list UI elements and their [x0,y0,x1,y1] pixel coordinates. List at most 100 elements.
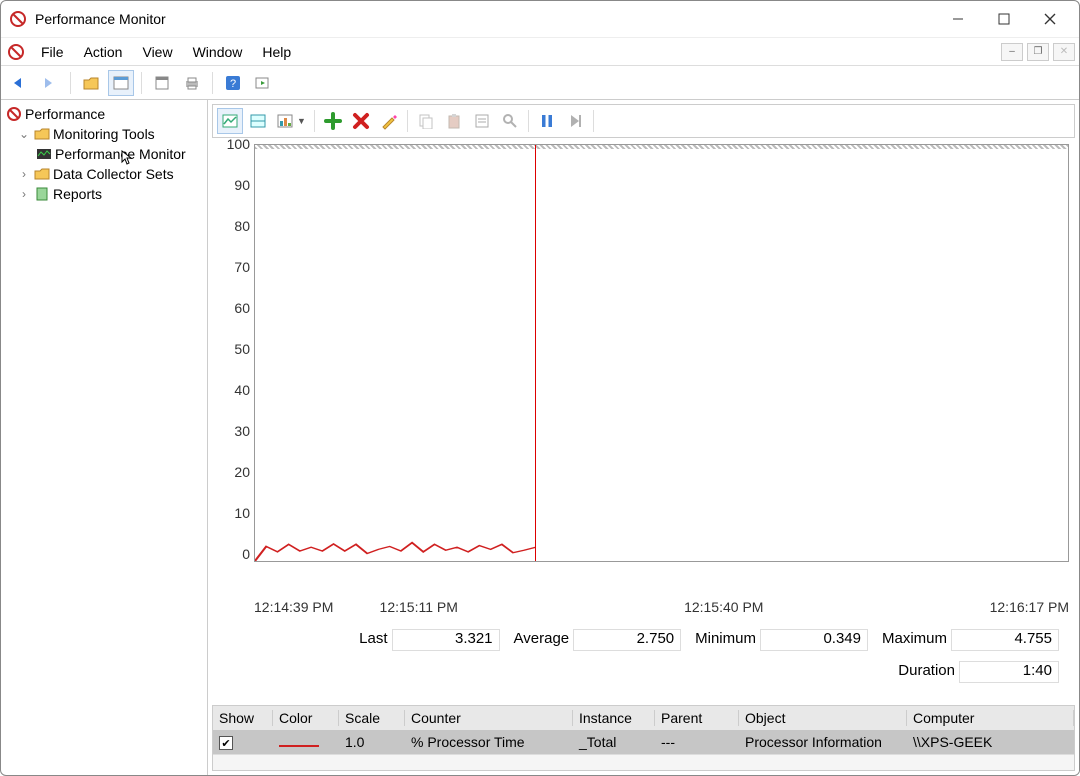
close-button[interactable] [1027,4,1073,34]
freeze-button[interactable] [534,108,560,134]
collapse-icon[interactable]: ⌄ [17,127,31,141]
col-parent[interactable]: Parent [655,710,739,726]
stat-maximum: 4.755 [951,629,1059,651]
col-show[interactable]: Show [213,710,273,726]
change-graph-type-button[interactable]: ▼ [273,108,309,134]
add-counter-button[interactable] [320,108,346,134]
export-button[interactable] [149,70,175,96]
mmc-close-button[interactable]: ✕ [1053,43,1075,61]
chart-area: 1009080706050403020100 12:14:39 PM 12:15… [218,144,1069,697]
reports-icon [34,186,50,202]
svg-text:?: ? [230,78,236,90]
stat-label-maximum: Maximum [882,630,951,647]
x-axis: 12:14:39 PM 12:15:11 PM 12:15:40 PM 12:1… [254,595,1069,615]
zoom-button[interactable] [497,108,523,134]
time-cursor-line [535,145,536,561]
line-series [255,145,1068,561]
back-button[interactable] [7,70,33,96]
x-tick: 12:15:11 PM [380,599,458,615]
grid-scrollbar[interactable] [213,754,1074,770]
col-instance[interactable]: Instance [573,710,655,726]
navigation-tree[interactable]: Performance ⌄ Monitoring Tools Performan… [1,100,208,775]
x-tick: 12:14:39 PM [254,599,333,615]
tree-label: Performance Monitor [55,146,186,162]
cell-color [273,734,339,750]
col-scale[interactable]: Scale [339,710,405,726]
menu-file[interactable]: File [31,40,74,64]
view-log-button[interactable] [217,108,243,134]
col-color[interactable]: Color [273,710,339,726]
expand-icon[interactable]: › [17,167,31,181]
stat-duration: 1:40 [959,661,1059,683]
properties-graph-button[interactable] [469,108,495,134]
cell-object: Processor Information [739,734,907,750]
menubar: File Action View Window Help – ❐ ✕ [1,37,1079,65]
properties-button[interactable] [108,70,134,96]
show-hide-tree-button[interactable] [78,70,104,96]
col-object[interactable]: Object [739,710,907,726]
app-icon-small [7,43,25,61]
y-tick: 0 [218,546,254,587]
checkbox-icon[interactable]: ✔ [219,736,233,750]
folder-icon [34,166,50,182]
tree-label: Performance [25,106,105,122]
run-button[interactable] [250,70,276,96]
view-current-button[interactable] [245,108,271,134]
counters-grid[interactable]: Show Color Scale Counter Instance Parent… [212,705,1075,771]
perf-icon [6,106,22,122]
menu-help[interactable]: Help [252,40,301,64]
print-button[interactable] [179,70,205,96]
cell-computer: \\XPS-GEEK [907,734,1074,750]
console-toolbar: ? [1,65,1079,99]
forward-button[interactable] [37,70,63,96]
tree-root-performance[interactable]: Performance [3,104,205,124]
mmc-minimize-button[interactable]: – [1001,43,1023,61]
window-title: Performance Monitor [35,11,166,27]
cell-show[interactable]: ✔ [213,734,273,751]
update-button[interactable] [562,108,588,134]
stat-last: 3.321 [392,629,500,651]
tree-performance-monitor[interactable]: Performance Monitor [3,144,205,164]
tree-label: Data Collector Sets [53,166,174,182]
maximize-button[interactable] [981,4,1027,34]
stat-minimum: 0.349 [760,629,868,651]
tree-monitoring-tools[interactable]: ⌄ Monitoring Tools [3,124,205,144]
y-tick: 40 [218,382,254,423]
stat-label-minimum: Minimum [695,630,760,647]
dropdown-caret-icon: ▼ [297,116,306,126]
grid-row[interactable]: ✔ 1.0 % Processor Time _Total --- Proces… [213,730,1074,754]
help-button[interactable]: ? [220,70,246,96]
y-tick: 60 [218,300,254,341]
stats-bar: Last3.321 Average2.750 Minimum0.349 Maxi… [218,629,1059,683]
x-tick: 12:15:40 PM [684,599,763,615]
titlebar: Performance Monitor [1,1,1079,37]
expand-icon[interactable]: › [17,187,31,201]
tree-label: Reports [53,186,102,202]
menu-action[interactable]: Action [74,40,133,64]
y-tick: 90 [218,177,254,218]
grid-header[interactable]: Show Color Scale Counter Instance Parent… [213,706,1074,730]
paste-button[interactable] [441,108,467,134]
x-tick: 12:16:17 PM [990,599,1069,615]
mmc-restore-button[interactable]: ❐ [1027,43,1049,61]
cell-counter: % Processor Time [405,734,573,750]
copy-button[interactable] [413,108,439,134]
graph-toolbar: ▼ [217,107,1070,135]
minimize-button[interactable] [935,4,981,34]
col-computer[interactable]: Computer [907,710,1074,726]
plot-top-hatch [255,145,1068,149]
menu-view[interactable]: View [132,40,182,64]
tree-reports[interactable]: › Reports [3,184,205,204]
cell-instance: _Total [573,734,655,750]
y-tick: 80 [218,218,254,259]
y-tick: 30 [218,423,254,464]
menu-window[interactable]: Window [183,40,253,64]
tree-data-collector-sets[interactable]: › Data Collector Sets [3,164,205,184]
y-tick: 70 [218,259,254,300]
cell-parent: --- [655,734,739,750]
highlight-button[interactable] [376,108,402,134]
col-counter[interactable]: Counter [405,710,573,726]
delete-counter-button[interactable] [348,108,374,134]
chart-plot[interactable] [254,144,1069,562]
monitor-icon [36,146,52,162]
